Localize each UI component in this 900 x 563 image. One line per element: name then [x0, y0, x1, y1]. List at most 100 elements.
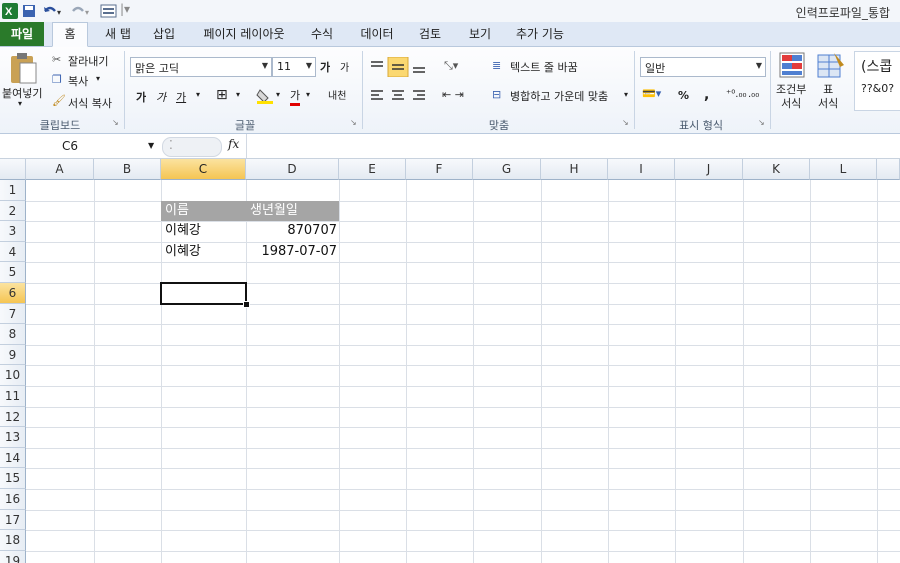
chevron-down-icon[interactable]: ▼	[148, 141, 154, 150]
conditional-format-button[interactable]: 조건부 서식	[776, 83, 806, 111]
row-header[interactable]: 18	[0, 530, 26, 551]
font-color-button[interactable]: 가	[290, 87, 301, 106]
format-as-table-button[interactable]: 표 서식	[818, 83, 838, 111]
font-color-dropdown-icon[interactable]: ▾	[306, 90, 310, 99]
orientation-icon[interactable]: ⤡▾	[444, 59, 458, 73]
row-header[interactable]: 10	[0, 365, 26, 386]
cell-d4[interactable]: 1987-07-07	[246, 242, 337, 262]
row-header[interactable]: 9	[0, 344, 26, 366]
tab-add-ins[interactable]: 추가 기능	[508, 24, 572, 44]
border-icon[interactable]: ⊞	[216, 87, 228, 103]
select-all-corner[interactable]	[0, 159, 26, 180]
cell-styles-gallery[interactable]: (스콥 ??&0?	[854, 51, 900, 111]
row-header[interactable]: 7	[0, 303, 26, 325]
column-header[interactable]: L	[810, 159, 877, 180]
font-size-combo[interactable]: 11 ▼	[272, 57, 316, 77]
chevron-down-icon[interactable]: ▼	[262, 61, 268, 70]
row-header[interactable]: 6	[0, 283, 26, 304]
number-launcher-icon[interactable]: ↘	[758, 118, 765, 127]
row-header[interactable]: 1	[0, 180, 26, 201]
paste-icon[interactable]	[8, 51, 38, 85]
cell-c4[interactable]: 이혜강	[165, 242, 201, 262]
cell-d3[interactable]: 870707	[246, 221, 337, 241]
indent-icon[interactable]: ⇤ ⇥	[442, 88, 464, 101]
format-painter-button[interactable]: 서식 복사	[68, 95, 112, 111]
customize-quick-access-icon[interactable]: |▾	[120, 2, 130, 16]
column-header[interactable]: K	[743, 159, 810, 180]
row-header[interactable]: 19	[0, 550, 26, 563]
copy-button[interactable]: 복사	[68, 73, 88, 89]
font-name-combo[interactable]: 맑은 고딕 ▼	[130, 57, 272, 77]
redo-icon[interactable]: ▾	[70, 3, 92, 19]
number-format-combo[interactable]: 일반 ▼	[640, 57, 766, 77]
cell-c3[interactable]: 이혜강	[165, 221, 201, 241]
cell-style-preview-2[interactable]: ??&0?	[861, 82, 894, 95]
row-header[interactable]: 13	[0, 427, 26, 448]
column-header[interactable]: A	[26, 159, 94, 180]
row-header[interactable]: 5	[0, 262, 26, 283]
column-header[interactable]: F	[406, 159, 473, 180]
tab-new[interactable]: 새 탭	[96, 24, 140, 44]
row-header[interactable]: 11	[0, 386, 26, 407]
italic-button[interactable]: 가	[156, 89, 166, 105]
spreadsheet-grid[interactable]: A B C D E F G H I J K L 1 2 3 4 5 6 7 8 …	[0, 159, 900, 563]
copy-dropdown-icon[interactable]: ▾	[96, 74, 100, 83]
border-dropdown-icon[interactable]: ▾	[236, 90, 240, 99]
paste-dropdown-icon[interactable]: ▾	[18, 99, 22, 108]
cell-c2[interactable]: 이름	[161, 200, 246, 221]
column-header[interactable]: I	[608, 159, 675, 180]
row-header[interactable]: 14	[0, 447, 26, 469]
underline-dropdown-icon[interactable]: ▾	[196, 90, 200, 99]
column-header[interactable]: C	[161, 159, 246, 180]
clipboard-launcher-icon[interactable]: ↘	[112, 118, 119, 127]
tab-view[interactable]: 보기	[460, 24, 500, 44]
row-header[interactable]: 15	[0, 468, 26, 489]
merge-center-button[interactable]: 병합하고 가운데 맞춤	[510, 88, 608, 104]
active-cell-c6[interactable]	[160, 282, 247, 305]
undo-icon[interactable]: ▾	[42, 3, 64, 19]
fx-button[interactable]: fx	[228, 137, 239, 151]
fill-color-icon[interactable]	[256, 87, 274, 105]
row-header[interactable]: 2	[0, 200, 26, 222]
column-header[interactable]: G	[473, 159, 541, 180]
column-header-partial[interactable]	[877, 159, 900, 180]
bold-button[interactable]: 가	[136, 89, 146, 105]
save-icon[interactable]	[22, 3, 36, 19]
cell-style-preview[interactable]: (스콥	[861, 56, 892, 76]
column-header[interactable]: H	[541, 159, 608, 180]
increase-decimal-icon[interactable]: ⁺⁰.₀₀	[726, 89, 746, 100]
column-header[interactable]: J	[675, 159, 743, 180]
comma-button[interactable]: ,	[704, 87, 709, 103]
phonetic-button[interactable]: 내천	[328, 87, 346, 102]
row-header[interactable]: 17	[0, 509, 26, 531]
tab-insert[interactable]: 삽입	[144, 24, 184, 44]
cut-button[interactable]: 잘라내기	[68, 53, 108, 69]
tab-review[interactable]: 검토	[410, 24, 450, 44]
tab-home[interactable]: 홈	[52, 22, 88, 47]
percent-button[interactable]: %	[678, 89, 689, 102]
shrink-font-button[interactable]: 가	[340, 59, 349, 74]
decrease-decimal-icon[interactable]: .₀₀	[748, 89, 759, 100]
tab-formulas[interactable]: 수식	[302, 24, 342, 44]
row-header[interactable]: 4	[0, 241, 26, 263]
column-header[interactable]: D	[246, 159, 339, 180]
chevron-down-icon[interactable]: ▼	[756, 61, 762, 70]
name-box[interactable]: C6 ▼	[0, 136, 160, 156]
font-launcher-icon[interactable]: ↘	[350, 118, 357, 127]
row-header[interactable]: 8	[0, 324, 26, 345]
underline-button[interactable]: 가	[176, 89, 186, 105]
accounting-format-icon[interactable]: 💳▾	[642, 87, 661, 100]
tab-file[interactable]: 파일	[0, 22, 44, 46]
column-header[interactable]: E	[339, 159, 406, 180]
fill-handle[interactable]	[243, 301, 250, 308]
fill-dropdown-icon[interactable]: ▾	[276, 90, 280, 99]
tab-page-layout[interactable]: 페이지 레이아웃	[192, 24, 296, 44]
row-header[interactable]: 16	[0, 489, 26, 510]
paste-button[interactable]: 붙여넣기	[2, 85, 42, 101]
column-header[interactable]: B	[94, 159, 161, 180]
wrap-text-button[interactable]: 텍스트 줄 바꿈	[510, 59, 578, 75]
tab-data[interactable]: 데이터	[352, 24, 402, 44]
alignment-launcher-icon[interactable]: ↘	[622, 118, 629, 127]
cell-d2[interactable]: 생년월일	[246, 200, 339, 221]
grow-font-button[interactable]: 가	[320, 59, 330, 75]
